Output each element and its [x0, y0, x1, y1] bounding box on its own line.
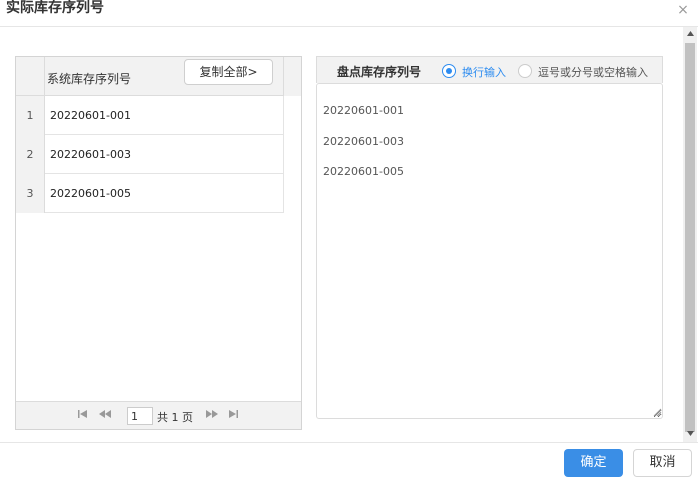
- copy-all-button[interactable]: 复制全部>: [184, 59, 273, 85]
- prev-page-icon[interactable]: [99, 410, 111, 421]
- row-number: 3: [16, 174, 45, 213]
- page-total-text: 共 1 页: [157, 411, 193, 424]
- column-header-system-serial: 系统库存序列号: [47, 72, 132, 86]
- grid-body: 1 20220601-001 2 20220601-003 3 20220601…: [16, 96, 284, 213]
- serial-cell: 20220601-001: [50, 109, 131, 122]
- radio-newline-label[interactable]: 换行输入: [462, 64, 506, 80]
- table-row[interactable]: 3 20220601-005: [16, 174, 284, 213]
- cell-divider: [283, 96, 284, 135]
- grid-pager: 共 1 页: [16, 401, 301, 429]
- serial-dialog: 实际库存序列号 × 系统库存序列号 复制全部> 1 20220601-001 2…: [0, 0, 698, 478]
- dialog-footer: 确定 取消: [0, 442, 698, 478]
- confirm-button[interactable]: 确定: [564, 449, 623, 477]
- cell-divider: [283, 135, 284, 174]
- serial-cell: 20220601-005: [50, 187, 131, 200]
- cancel-button[interactable]: 取消: [633, 449, 692, 477]
- dialog-title-bar: 实际库存序列号 ×: [0, 0, 698, 27]
- counted-serials-textarea[interactable]: 20220601-001 20220601-003 20220601-005: [316, 83, 663, 419]
- last-page-icon[interactable]: [229, 410, 238, 421]
- resize-grip-icon[interactable]: [652, 407, 662, 417]
- table-row[interactable]: 1 20220601-001: [16, 96, 284, 135]
- radio-comma-input[interactable]: [518, 64, 532, 78]
- scrollbar-thumb[interactable]: [685, 43, 695, 432]
- row-number: 1: [16, 96, 45, 135]
- radio-newline-input[interactable]: [442, 64, 456, 78]
- grid-header-scroll-gutter: [283, 57, 301, 96]
- system-serial-grid: 系统库存序列号 复制全部> 1 20220601-001 2 20220601-…: [15, 56, 302, 430]
- radio-comma-label[interactable]: 逗号或分号或空格输入: [538, 64, 648, 80]
- table-row[interactable]: 2 20220601-003: [16, 135, 284, 174]
- dialog-title: 实际库存序列号: [6, 0, 104, 16]
- first-page-icon[interactable]: [78, 410, 87, 421]
- scroll-up-icon[interactable]: [683, 30, 697, 40]
- scroll-down-icon[interactable]: [683, 430, 697, 440]
- row-number: 2: [16, 135, 45, 174]
- count-panel-header: 盘点库存序列号 换行输入 逗号或分号或空格输入: [316, 56, 663, 83]
- close-icon[interactable]: ×: [676, 3, 690, 17]
- count-panel-title: 盘点库存序列号: [337, 65, 422, 79]
- next-page-icon[interactable]: [206, 410, 218, 421]
- cell-divider: [283, 174, 284, 213]
- grid-header: 系统库存序列号 复制全部>: [16, 57, 301, 96]
- page-number-input[interactable]: [127, 407, 153, 425]
- serial-cell: 20220601-003: [50, 148, 131, 161]
- vertical-scrollbar[interactable]: [683, 27, 697, 442]
- row-number-header: [16, 57, 45, 96]
